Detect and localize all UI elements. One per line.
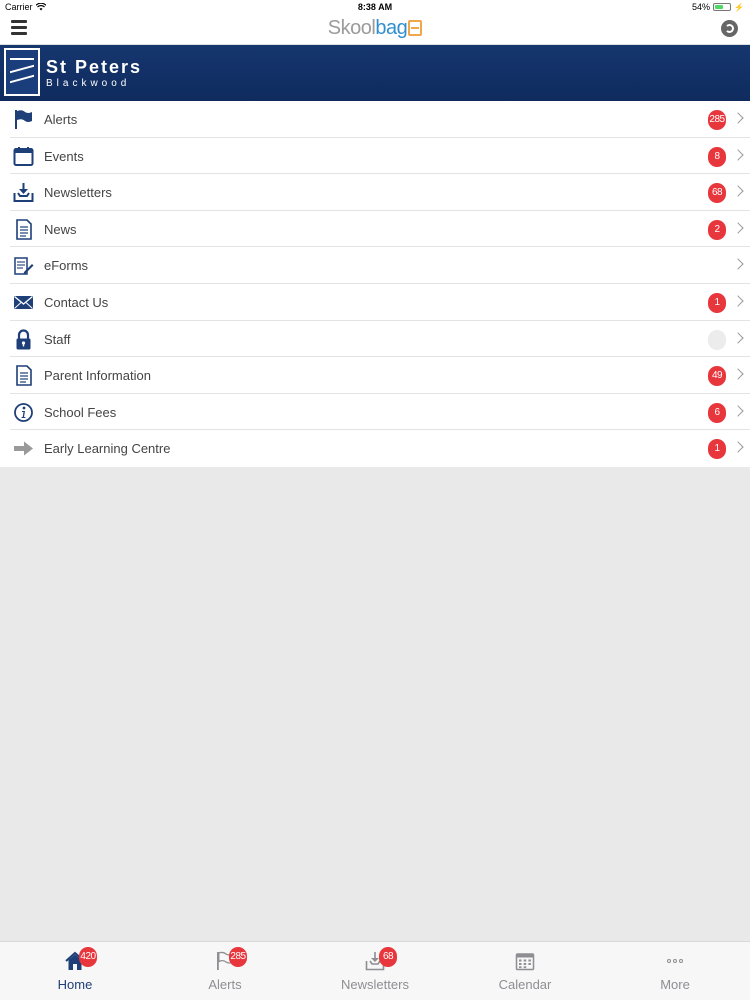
menu-item-label: Events bbox=[44, 148, 84, 164]
tab-badge: 68 bbox=[379, 947, 397, 967]
badge-count: 6 bbox=[708, 402, 726, 423]
skoolbag-logo: Skoolbag bbox=[0, 17, 750, 40]
menu-item-alerts[interactable]: Alerts 285 bbox=[10, 101, 750, 138]
tab-badge: 420 bbox=[79, 947, 97, 967]
chevron-right-icon bbox=[732, 258, 744, 271]
badge-count bbox=[708, 329, 726, 350]
school-subtitle: Blackwood bbox=[46, 78, 131, 89]
menu-item-label: eForms bbox=[44, 258, 89, 274]
badge-count: 1 bbox=[708, 439, 726, 460]
sync-icon[interactable] bbox=[721, 20, 738, 37]
tab-alerts[interactable]: 285 Alerts bbox=[150, 942, 300, 1000]
tab-label: Calendar bbox=[498, 977, 552, 992]
chevron-right-icon bbox=[732, 148, 744, 161]
menu-item-label: Contact Us bbox=[44, 294, 109, 310]
school-name: St Peters bbox=[46, 57, 143, 77]
badge-count: 49 bbox=[708, 366, 726, 387]
menu-item-label: Alerts bbox=[44, 112, 78, 127]
badge-count: 1 bbox=[708, 292, 726, 313]
tab-more[interactable]: More bbox=[600, 942, 750, 1000]
arrow-right-icon bbox=[14, 441, 33, 456]
document-icon bbox=[16, 218, 32, 240]
info-icon bbox=[14, 402, 33, 422]
menu-item-contact-us[interactable]: Contact Us 1 bbox=[10, 284, 750, 321]
menu-item-events[interactable]: Events 8 bbox=[10, 138, 750, 175]
menu-item-label: News bbox=[44, 221, 77, 237]
bag-icon bbox=[408, 20, 423, 36]
menu-item-newsletters[interactable]: Newsletters 68 bbox=[10, 174, 750, 211]
flag-icon bbox=[15, 110, 32, 129]
chevron-right-icon bbox=[732, 331, 744, 344]
menu-item-label: Parent Information bbox=[44, 368, 151, 384]
menu-item-label: Staff bbox=[44, 331, 71, 347]
chevron-right-icon bbox=[732, 441, 744, 454]
school-banner: St Peters Blackwood bbox=[0, 45, 750, 101]
menu-item-label: Newsletters bbox=[44, 185, 112, 201]
top-nav-bar: Skoolbag bbox=[0, 14, 750, 45]
menu-item-parent-information[interactable]: Parent Information 49 bbox=[10, 357, 750, 394]
menu-item-label: Early Learning Centre bbox=[44, 441, 171, 457]
chevron-right-icon bbox=[732, 112, 744, 124]
tab-calendar[interactable]: Calendar bbox=[450, 942, 600, 1000]
lock-icon bbox=[16, 328, 31, 350]
tab-label: Alerts bbox=[208, 977, 242, 992]
chevron-right-icon bbox=[732, 295, 744, 307]
battery-icon bbox=[713, 3, 732, 11]
tab-label: Home bbox=[57, 977, 93, 992]
status-bar: Carrier 8:38 AM 54% ⚡ bbox=[0, 0, 750, 14]
badge-count: 68 bbox=[708, 183, 726, 204]
home-menu-list: Alerts 285 Events 8 Newsletters 68 News … bbox=[0, 101, 750, 467]
calendar-icon bbox=[13, 146, 34, 166]
form-pencil-icon bbox=[14, 257, 34, 276]
tab-home[interactable]: 420 Home bbox=[0, 942, 150, 1000]
envelope-icon bbox=[14, 295, 33, 309]
chevron-right-icon bbox=[732, 405, 744, 417]
status-time: 8:38 AM bbox=[357, 2, 393, 12]
charging-icon: ⚡ bbox=[734, 2, 744, 12]
menu-item-label: School Fees bbox=[44, 404, 117, 420]
chevron-right-icon bbox=[732, 185, 744, 197]
battery-percent: 54% bbox=[692, 2, 711, 12]
more-dots-icon bbox=[667, 959, 683, 963]
menu-item-school-fees[interactable]: School Fees 6 bbox=[10, 394, 750, 431]
badge-count: 2 bbox=[708, 219, 726, 240]
inbox-download-icon bbox=[13, 183, 34, 203]
tab-newsletters[interactable]: 68 Newsletters bbox=[300, 942, 450, 1000]
menu-item-news[interactable]: News 2 bbox=[10, 211, 750, 248]
menu-item-eforms[interactable]: eForms bbox=[10, 247, 750, 284]
battery-indicator: 54% ⚡ bbox=[692, 2, 744, 12]
badge-count: 8 bbox=[708, 146, 726, 167]
badge-count: 285 bbox=[708, 110, 726, 130]
tab-label: More bbox=[660, 977, 690, 992]
menu-item-staff[interactable]: Staff bbox=[10, 321, 750, 358]
calendar-icon bbox=[515, 953, 535, 971]
menu-item-early-learning-centre[interactable]: Early Learning Centre 1 bbox=[10, 430, 750, 467]
bottom-tab-bar: 420 Home 285 Alerts 68 Newsletters Calen… bbox=[0, 941, 750, 1000]
school-crest-icon bbox=[4, 48, 40, 96]
document-icon bbox=[16, 365, 32, 386]
tab-badge: 285 bbox=[229, 947, 247, 967]
tab-label: Newsletters bbox=[341, 977, 409, 992]
chevron-right-icon bbox=[732, 222, 744, 234]
chevron-right-icon bbox=[732, 368, 744, 380]
